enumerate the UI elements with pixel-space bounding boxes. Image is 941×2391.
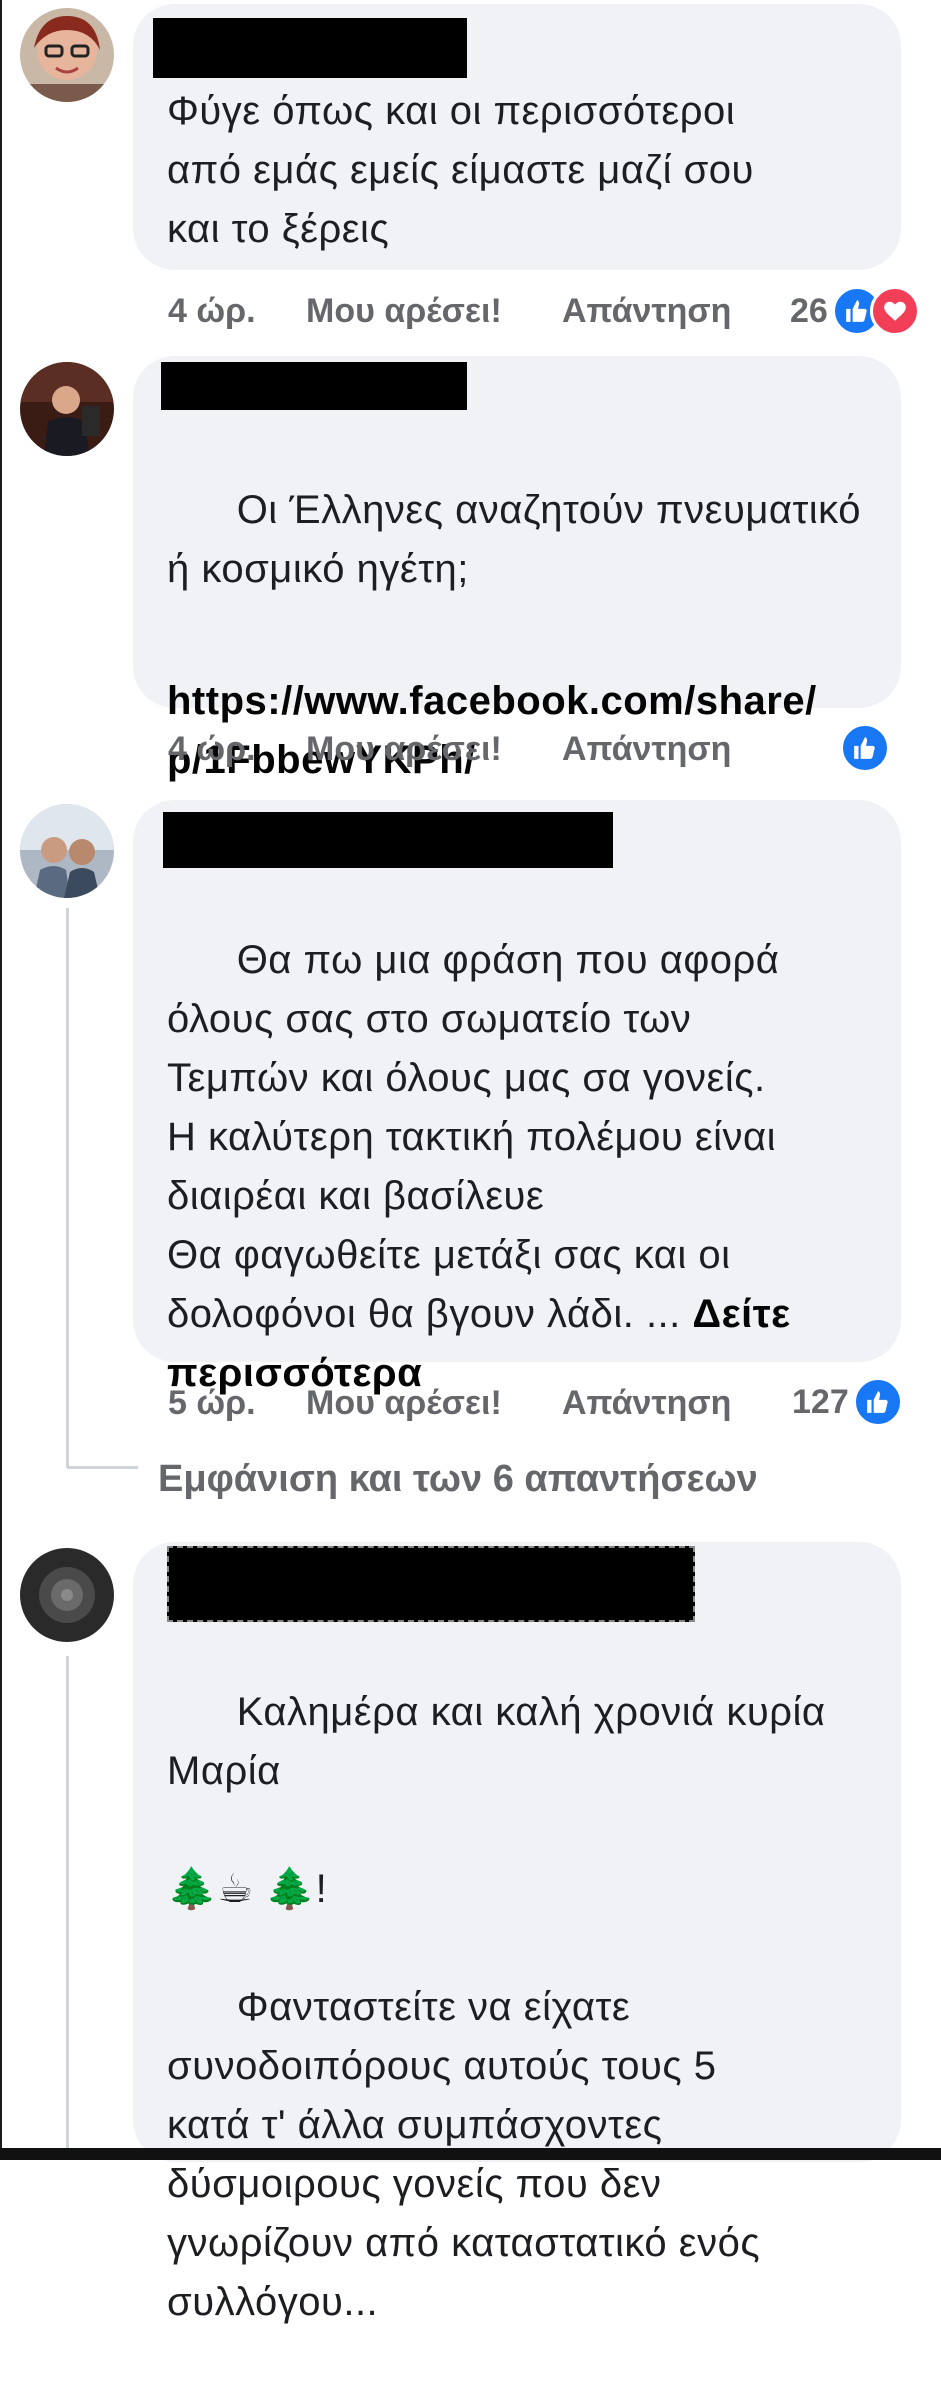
reaction-summary[interactable]: 127	[792, 1374, 903, 1430]
window-bottom-border	[0, 2148, 941, 2160]
comment-time[interactable]: 5 ώρ.	[168, 1384, 306, 1423]
comment-time[interactable]: 4 ώρ.	[168, 730, 306, 769]
comment-actions: 4 ώρ. Μου αρέσει! Απάντηση	[168, 286, 731, 336]
view-replies-link[interactable]: Εμφάνιση και των 6 απαντήσεων	[158, 1458, 758, 1501]
like-button[interactable]: Μου αρέσει!	[306, 1384, 562, 1423]
love-reaction-icon	[869, 286, 920, 336]
comment-bubble: Φύγε όπως και οι περισσότεροι από εμάς ε…	[133, 4, 901, 270]
comment-bubble: Οι Έλληνες αναζητούν πνευματικό ή κοσμικ…	[133, 356, 901, 782]
redacted-author-name	[163, 812, 613, 868]
reaction-count: 26	[790, 291, 828, 330]
commenter-avatar[interactable]	[20, 8, 114, 102]
comment-bubble: Θα πω μια φράση που αφορά όλους σας στο …	[133, 800, 901, 1395]
reply-thread-elbow	[66, 1466, 138, 1469]
like-reaction-icon	[840, 723, 890, 773]
commenter-avatar[interactable]	[20, 362, 114, 456]
reply-button[interactable]: Απάντηση	[562, 1384, 731, 1423]
reply-button[interactable]: Απάντηση	[562, 292, 731, 331]
commenter-avatar[interactable]	[20, 1548, 114, 1642]
comment-actions: 5 ώρ. Μου αρέσει! Απάντηση	[168, 1378, 731, 1428]
comment-text: Θα πω μια φράση που αφορά όλους σας στο …	[167, 872, 867, 1462]
comment-time[interactable]: 4 ώρ.	[168, 292, 306, 331]
comment-bubble: Καλημέρα και καλή χρονιά κυρία Μαρία 🌲☕ …	[133, 1542, 901, 2324]
comment-body: Θα πω μια φράση που αφορά όλους σας στο …	[167, 938, 780, 1336]
reaction-summary[interactable]	[840, 720, 890, 776]
emoji-line: 🌲☕ 🌲!	[167, 1867, 328, 1911]
redacted-author-name	[153, 18, 467, 78]
reply-thread-line	[66, 1656, 69, 2150]
comment-text: Καλημέρα και καλή χρονιά κυρία Μαρία 🌲☕ …	[167, 1624, 867, 2391]
comment-body-line1: Καλημέρα και καλή χρονιά κυρία Μαρία	[167, 1690, 826, 1793]
redacted-author-name	[167, 1546, 695, 1622]
reaction-count: 127	[792, 1382, 849, 1421]
reply-button[interactable]: Απάντηση	[562, 730, 731, 769]
like-button[interactable]: Μου αρέσει!	[306, 292, 562, 331]
like-button[interactable]: Μου αρέσει!	[306, 730, 562, 769]
reply-thread-line	[66, 908, 69, 1468]
reaction-summary[interactable]: 26	[790, 283, 920, 339]
redacted-author-name	[161, 362, 467, 410]
comment-text: Φύγε όπως και οι περισσότεροι από εμάς ε…	[167, 89, 754, 251]
commenter-avatar[interactable]	[20, 804, 114, 898]
like-reaction-icon	[852, 1377, 903, 1427]
comment-actions: 4 ώρ. Μου αρέσει! Απάντηση	[168, 724, 731, 774]
comment-body: Οι Έλληνες αναζητούν πνευματικό ή κοσμικ…	[167, 488, 861, 591]
window-left-border	[0, 0, 2, 2160]
